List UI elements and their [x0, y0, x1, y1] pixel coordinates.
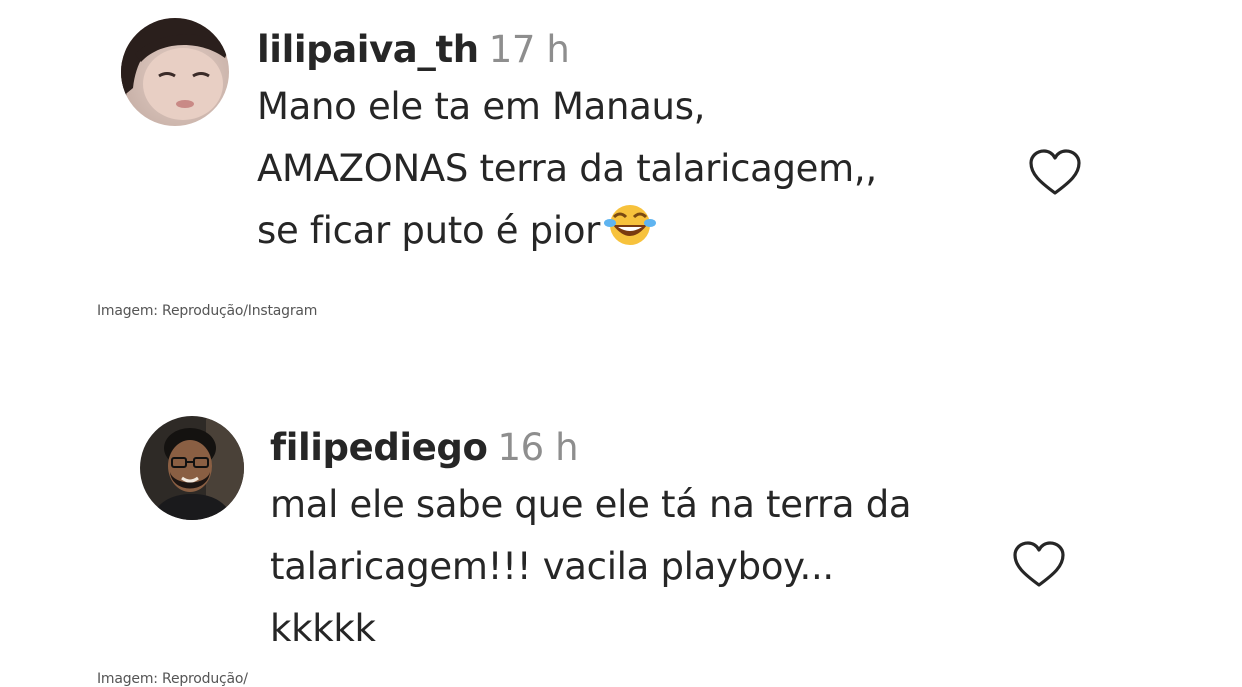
comment-body: filipediego 16 h mal ele sabe que ele tá … [270, 422, 1010, 660]
like-button[interactable] [1012, 540, 1066, 590]
comment-header: lilipaiva_th 17 h [257, 24, 1017, 76]
heart-outline-icon [1029, 149, 1081, 195]
avatar[interactable] [140, 416, 244, 520]
face-with-tears-of-joy-icon [604, 203, 657, 266]
comment-text-line: se ficar puto é pior [257, 200, 1017, 266]
comment-item: lilipaiva_th 17 h Mano ele ta em Manaus, … [118, 14, 1098, 274]
comment-text-line: mal ele sabe que ele tá na terra da [270, 483, 912, 526]
comment-text-line: kkkkk [270, 607, 376, 650]
comment-text-line: AMAZONAS terra da talaricagem,, [257, 147, 877, 190]
comment-body: lilipaiva_th 17 h Mano ele ta em Manaus, … [257, 24, 1017, 266]
comment-text-segment: se ficar puto é pior [257, 209, 601, 252]
image-caption: Imagem: Reprodução/Instagram [97, 303, 318, 319]
like-button[interactable] [1028, 148, 1082, 198]
image-caption: Imagem: Reprodução/ [97, 671, 248, 687]
comment-header: filipediego 16 h [270, 422, 1010, 474]
username-link[interactable]: lilipaiva_th [257, 28, 479, 71]
comment-text-line: talaricagem!!! vacila playboy... [270, 545, 834, 588]
avatar[interactable] [121, 18, 229, 126]
comment-item: filipediego 16 h mal ele sabe que ele tá … [136, 412, 1096, 652]
heart-outline-icon [1013, 541, 1065, 587]
username-link[interactable]: filipediego [270, 426, 488, 469]
timestamp[interactable]: 17 h [489, 28, 570, 71]
comment-text-line: Mano ele ta em Manaus, [257, 85, 706, 128]
timestamp[interactable]: 16 h [498, 426, 579, 469]
